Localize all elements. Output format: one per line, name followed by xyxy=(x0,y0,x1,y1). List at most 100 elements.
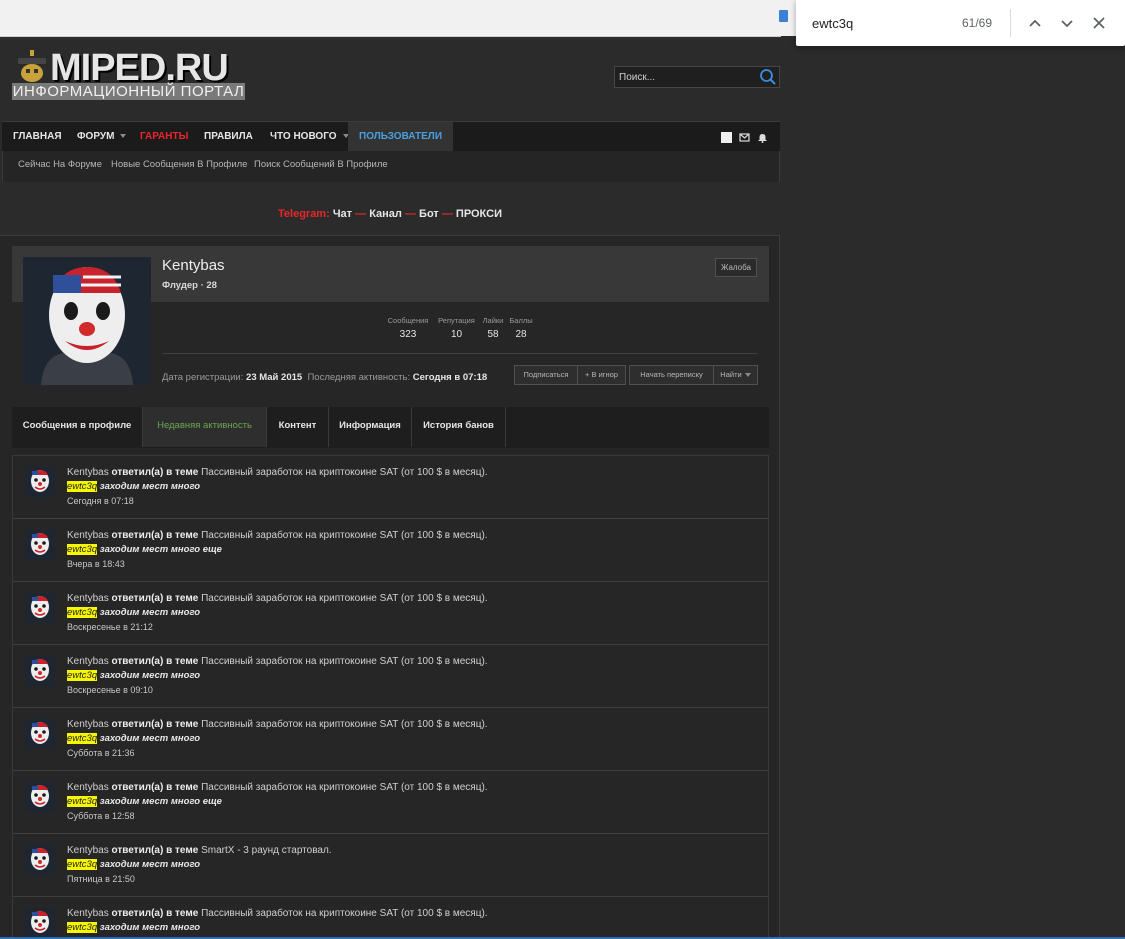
activity-thread-link[interactable]: Пассивный заработок на криптокоине SAT (… xyxy=(201,782,487,793)
start-conversation-button[interactable]: Начать переписку xyxy=(629,365,714,385)
find-separator xyxy=(1010,9,1011,37)
extension-icon[interactable] xyxy=(779,10,788,22)
activity-thread-link[interactable]: Пассивный заработок на криптокоине SAT (… xyxy=(201,908,487,919)
telegram-chat-link[interactable]: Чат xyxy=(333,208,352,220)
avatar[interactable] xyxy=(25,845,55,875)
sub-nav: Сейчас На Форуме Новые Сообщения В Профи… xyxy=(2,151,780,182)
user-avatar-icon[interactable] xyxy=(720,132,732,143)
activity-thread-link[interactable]: SmartX - 3 раунд стартовал. xyxy=(201,845,332,856)
main-nav: ГЛАВНАЯ ФОРУМ ГАРАНТЫ ПРАВИЛА ЧТО НОВОГО… xyxy=(2,121,780,152)
subnav-online[interactable]: Сейчас На Форуме xyxy=(18,159,102,170)
activity-thread-link[interactable]: Пассивный заработок на криптокоине SAT (… xyxy=(201,656,487,667)
activity-user-link[interactable]: Kentybas xyxy=(67,845,109,856)
find-bar: ewtc3q 61/69 xyxy=(796,0,1125,46)
avatar[interactable] xyxy=(25,467,55,497)
subnav-search-profile-posts[interactable]: Поиск Сообщений В Профиле xyxy=(254,159,388,170)
site-logo[interactable]: MIPED.RU ИНФОРМАЦИОННЫЙ ПОРТАЛ xyxy=(12,49,247,102)
activity-user-link[interactable]: Kentybas xyxy=(67,530,109,541)
activity-time: Сегодня в 07:18 xyxy=(67,496,134,506)
bell-icon[interactable] xyxy=(757,132,768,146)
activity-user-link[interactable]: Kentybas xyxy=(67,593,109,604)
nav-rules[interactable]: ПРАВИЛА xyxy=(204,122,253,152)
chevron-up-icon[interactable] xyxy=(1024,12,1046,34)
snippet-text: заходим мест много еще xyxy=(97,544,222,555)
search-highlight: ewtc3q xyxy=(67,607,98,618)
avatar[interactable] xyxy=(25,908,55,938)
activity-snippet: ewtc3q заходим мест много xyxy=(67,859,200,870)
avatar[interactable] xyxy=(25,593,55,623)
profile-tabs: Сообщения в профиле Недавняя активность … xyxy=(12,407,769,448)
stat-likes[interactable]: Лайки 58 xyxy=(480,316,506,340)
page-background-right xyxy=(781,36,1125,939)
stat-points[interactable]: Баллы 28 xyxy=(508,316,534,340)
search-highlight: ewtc3q xyxy=(67,670,98,681)
activity-user-link[interactable]: Kentybas xyxy=(67,908,109,919)
dash-separator: — xyxy=(404,208,416,220)
tab-recent-activity[interactable]: Недавняя активность xyxy=(142,407,267,447)
activity-snippet: ewtc3q заходим мест много xyxy=(67,922,200,933)
avatar[interactable] xyxy=(25,782,55,812)
list-item: Kentybas ответил(а) в теме Пассивный зар… xyxy=(13,708,768,771)
activity-user-link[interactable]: Kentybas xyxy=(67,656,109,667)
nav-whats-new-label: ЧТО НОВОГО xyxy=(270,131,337,142)
profile-usertitle: Флудер · 28 xyxy=(162,280,217,291)
telegram-proxy-link[interactable]: ПРОКСИ xyxy=(456,208,502,220)
activity-user-link[interactable]: Kentybas xyxy=(67,782,109,793)
stat-value: 28 xyxy=(515,329,527,340)
avatar[interactable] xyxy=(25,719,55,749)
stat-reputation[interactable]: Репутация 10 xyxy=(434,316,479,340)
tab-ban-history[interactable]: История банов xyxy=(412,407,506,447)
follow-button[interactable]: Подписаться xyxy=(514,365,578,385)
nav-user-icons xyxy=(717,132,768,144)
nav-forum-label: ФОРУМ xyxy=(77,131,115,142)
snippet-text: заходим мест много еще xyxy=(97,796,222,807)
close-icon[interactable] xyxy=(1088,12,1110,34)
ignore-button[interactable]: + В игнор xyxy=(577,365,626,385)
activity-verb: ответил(а) в теме xyxy=(111,719,199,730)
nav-whats-new[interactable]: ЧТО НОВОГО xyxy=(270,122,349,152)
find-query[interactable]: ewtc3q xyxy=(812,16,853,31)
nav-guarantors[interactable]: ГАРАНТЫ xyxy=(140,122,188,152)
activity-verb: ответил(а) в теме xyxy=(111,593,199,604)
activity-time: Вчера в 18:43 xyxy=(67,559,125,569)
snippet-text: заходим мест много xyxy=(97,859,201,870)
activity-verb: ответил(а) в теме xyxy=(111,530,199,541)
activity-headline: Kentybas ответил(а) в теме Пассивный зар… xyxy=(67,782,488,793)
nav-forum[interactable]: ФОРУМ xyxy=(77,122,127,152)
activity-snippet: ewtc3q заходим мест много еще xyxy=(67,796,222,807)
activity-user-link[interactable]: Kentybas xyxy=(67,719,109,730)
telegram-channel-link[interactable]: Канал xyxy=(369,208,402,220)
activity-user-link[interactable]: Kentybas xyxy=(67,467,109,478)
nav-home[interactable]: ГЛАВНАЯ xyxy=(13,122,62,152)
search-icon[interactable] xyxy=(759,68,777,86)
tab-information[interactable]: Информация xyxy=(329,407,412,447)
activity-headline: Kentybas ответил(а) в теме Пассивный зар… xyxy=(67,467,488,478)
report-button[interactable]: Жалоба xyxy=(715,258,757,277)
subnav-new-profile-posts[interactable]: Новые Сообщения В Профиле xyxy=(111,159,247,170)
activity-snippet: ewtc3q заходим мест много еще xyxy=(67,544,222,555)
registration-info: Дата регистрации: 23 Май 2015 Последняя … xyxy=(162,372,487,383)
caret-down-icon xyxy=(120,134,127,139)
tab-content[interactable]: Контент xyxy=(267,407,329,447)
activity-snippet: ewtc3q заходим мест много xyxy=(67,670,200,681)
snippet-text: заходим мест много xyxy=(97,670,201,681)
telegram-bot-link[interactable]: Бот xyxy=(419,208,439,220)
search-input[interactable] xyxy=(615,67,759,87)
activity-thread-link[interactable]: Пассивный заработок на криптокоине SAT (… xyxy=(201,530,487,541)
list-item: Kentybas ответил(а) в теме Пассивный зар… xyxy=(13,456,768,519)
activity-thread-link[interactable]: Пассивный заработок на криптокоине SAT (… xyxy=(201,593,487,604)
tab-profile-posts[interactable]: Сообщения в профиле xyxy=(12,407,143,447)
list-item: Kentybas ответил(а) в теме Пассивный зар… xyxy=(13,645,768,708)
envelope-icon[interactable] xyxy=(739,132,750,146)
avatar[interactable] xyxy=(23,257,151,385)
activity-verb: ответил(а) в теме xyxy=(111,845,199,856)
find-dropdown-button[interactable]: Найти xyxy=(713,365,758,385)
chevron-down-icon[interactable] xyxy=(1056,12,1078,34)
activity-thread-link[interactable]: Пассивный заработок на криптокоине SAT (… xyxy=(201,467,487,478)
activity-thread-link[interactable]: Пассивный заработок на криптокоине SAT (… xyxy=(201,719,487,730)
stat-messages[interactable]: Сообщения 323 xyxy=(384,316,432,340)
avatar[interactable] xyxy=(25,530,55,560)
nav-users[interactable]: ПОЛЬЗОВАТЕЛИ xyxy=(348,122,454,152)
snippet-text: заходим мест много xyxy=(97,922,201,933)
avatar[interactable] xyxy=(25,656,55,686)
